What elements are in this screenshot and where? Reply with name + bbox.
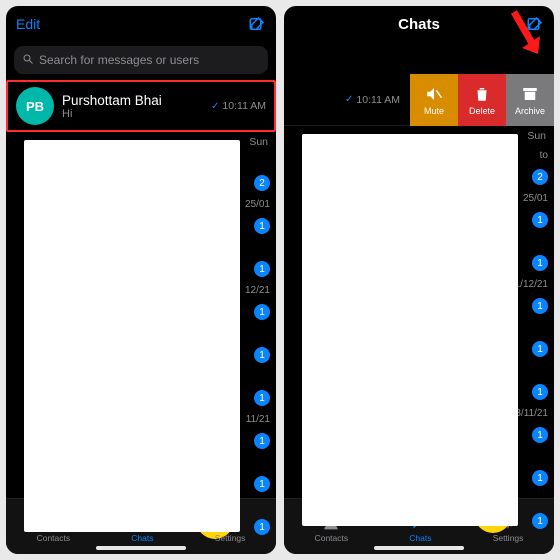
chat-preview: Hi [62,108,203,120]
edit-button[interactable]: Edit [16,16,40,32]
compose-icon[interactable] [248,15,266,33]
nav-title: Chats [398,16,440,33]
chat-list: ✓10:11 AM Mute Delete Archive Sun to 2 25/… [284,74,554,498]
row-date: 1/12/21 [515,279,548,290]
row-date: 12/21 [245,285,270,296]
unread-badge: 1 [254,433,270,449]
chat-list: PB Purshottam Bhai Hi ✓10:11 AM Sun 2 25/… [6,80,276,498]
row-date: 25/01 [245,199,270,210]
unread-badge: 1 [254,519,270,535]
chat-row-highlighted[interactable]: PB Purshottam Bhai Hi ✓10:11 AM [6,80,276,132]
chat-name: Purshottam Bhai [62,93,203,108]
home-indicator [374,546,464,550]
unread-badge: 1 [532,427,548,443]
search-bar[interactable]: Search for messages or users [14,46,268,74]
mute-button[interactable]: Mute [410,74,458,126]
phone-left: Edit Search for messages or users PB Pur… [6,6,276,554]
row-date: 11/21 [246,414,270,425]
archive-button[interactable]: Archive [506,74,554,126]
redaction-block [302,134,518,526]
search-icon [22,53,34,68]
unread-badge: 1 [254,261,270,277]
day-label: Sun [527,130,546,142]
avatar: PB [16,87,54,125]
unread-badge: 1 [532,341,548,357]
unread-badge: 1 [532,255,548,271]
home-indicator [96,546,186,550]
row-date: 3/11/21 [515,408,548,419]
swipe-actions: Mute Delete Archive [410,74,554,126]
chat-time: ✓10:11 AM [345,94,400,106]
day-label: Sun [249,136,268,148]
annotation-arrow [506,10,550,71]
chat-row-swiped[interactable]: ✓10:11 AM Mute Delete Archive [284,74,554,126]
unread-badge: 2 [532,169,548,185]
row-date: to [540,150,548,161]
read-check-icon: ✓ [211,101,219,112]
unread-badge: 2 [254,175,270,191]
navbar: Edit [6,6,276,42]
read-check-icon: ✓ [345,94,353,105]
search-placeholder: Search for messages or users [39,53,199,67]
delete-button[interactable]: Delete [458,74,506,126]
unread-badge: 1 [254,347,270,363]
row-date: 25/01 [523,193,548,204]
chat-time: ✓10:11 AM [211,100,266,112]
unread-badge: 1 [532,384,548,400]
unread-badge: 1 [254,390,270,406]
unread-badge: 1 [532,212,548,228]
redaction-block [24,140,240,532]
unread-badge: 1 [532,298,548,314]
unread-badge: 1 [532,470,548,486]
unread-badge: 1 [254,218,270,234]
unread-badge: 1 [532,513,548,529]
unread-badge: 1 [254,304,270,320]
unread-badge: 1 [254,476,270,492]
phone-right: Chats ✓10:11 AM Mute Delete Archive [284,6,554,554]
